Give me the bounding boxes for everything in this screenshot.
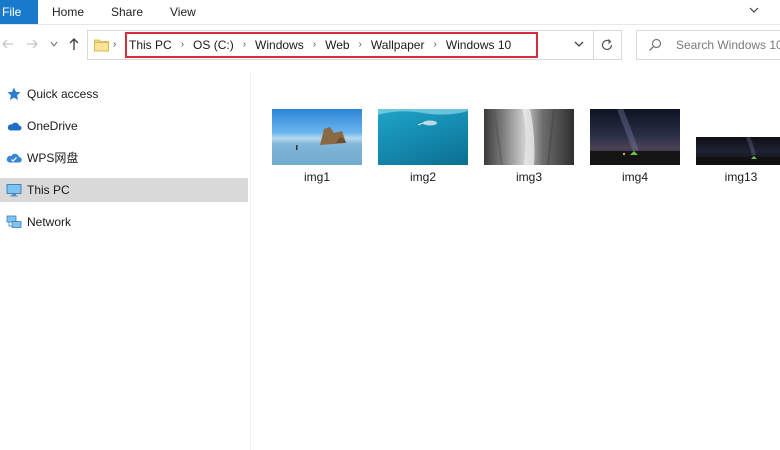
file-item-img2[interactable]: img2 [373,109,473,189]
ribbon-tab-bar: File Home Share View [0,0,780,25]
file-item-img13[interactable]: img13 [691,109,780,189]
recent-locations-chevron-icon[interactable] [44,33,64,55]
sidebar-item-onedrive[interactable]: OneDrive [0,114,248,138]
sidebar-item-this-pc[interactable]: This PC [0,178,248,202]
file-item-img4[interactable]: img4 [585,109,685,189]
star-icon [6,86,22,102]
search-input[interactable]: Search Windows 10 [676,38,780,52]
breadcrumb-chevron-icon[interactable]: › [181,37,184,53]
network-icon [6,214,22,230]
thumbnail-image [272,109,362,165]
navigation-pane: Quick access OneDrive WPS网盘 This PC Netw… [0,72,251,450]
sidebar-item-label: WPS网盘 [27,151,79,165]
thumbnail-image [378,109,468,165]
breadcrumb-web[interactable]: Web [325,37,349,53]
breadcrumb-windows[interactable]: Windows [255,37,304,53]
tab-home[interactable]: Home [52,0,84,24]
search-icon [648,38,662,52]
thumbnail-image [484,109,574,165]
thumbnail-image [590,109,680,165]
file-name-label: img13 [724,170,758,184]
refresh-icon[interactable] [597,35,617,55]
wps-cloud-icon [6,150,22,166]
breadcrumb-chevron-icon[interactable]: › [433,37,436,53]
forward-arrow-icon[interactable] [22,33,42,55]
sidebar-item-label: OneDrive [27,119,78,133]
breadcrumb-chevron-icon[interactable]: › [313,37,316,53]
cloud-icon [6,118,22,134]
sidebar-item-label: This PC [27,183,70,197]
breadcrumb-wallpaper[interactable]: Wallpaper [371,37,425,53]
thumbnail-image [696,137,780,165]
file-name-label: img2 [409,170,436,184]
ribbon-expand-chevron-icon[interactable] [748,4,760,16]
computer-icon [6,182,22,198]
tab-file[interactable]: File [0,0,38,24]
navigation-bar: › This PC › OS (C:) › Windows › Web › Wa… [0,25,780,65]
file-name-label: img1 [303,170,330,184]
breadcrumb-chevron-icon[interactable]: › [243,37,246,53]
sidebar-item-label: Quick access [27,87,99,101]
tab-share[interactable]: Share [111,0,143,24]
file-item-img3[interactable]: img3 [479,109,579,189]
breadcrumb-windows-10[interactable]: Windows 10 [446,37,511,53]
back-arrow-icon[interactable] [0,33,18,55]
sidebar-item-quick-access[interactable]: Quick access [0,82,248,106]
search-box[interactable]: Search Windows 10 [636,30,780,60]
file-item-img1[interactable]: img1 [267,109,367,189]
folder-icon [94,38,109,52]
sidebar-item-wps-cloud[interactable]: WPS网盘 [0,146,248,170]
address-root-chevron-icon[interactable]: › [113,37,116,53]
address-bar[interactable]: › This PC › OS (C:) › Windows › Web › Wa… [87,30,622,60]
tab-view[interactable]: View [170,0,196,24]
sidebar-item-label: Network [27,215,72,229]
file-name-label: img4 [621,170,648,184]
file-name-label: img3 [515,170,542,184]
breadcrumb-this-pc[interactable]: This PC [129,37,172,53]
address-divider [593,31,594,59]
breadcrumb-chevron-icon[interactable]: › [359,37,362,53]
file-list-pane: img1 img2 img3 img4 img13 [251,72,780,450]
address-history-dropdown-icon[interactable] [572,38,586,52]
breadcrumb: This PC › OS (C:) › Windows › Web › Wall… [129,37,511,53]
breadcrumb-os-c[interactable]: OS (C:) [193,37,234,53]
sidebar-item-network[interactable]: Network [0,210,248,234]
up-arrow-icon[interactable] [64,33,84,55]
